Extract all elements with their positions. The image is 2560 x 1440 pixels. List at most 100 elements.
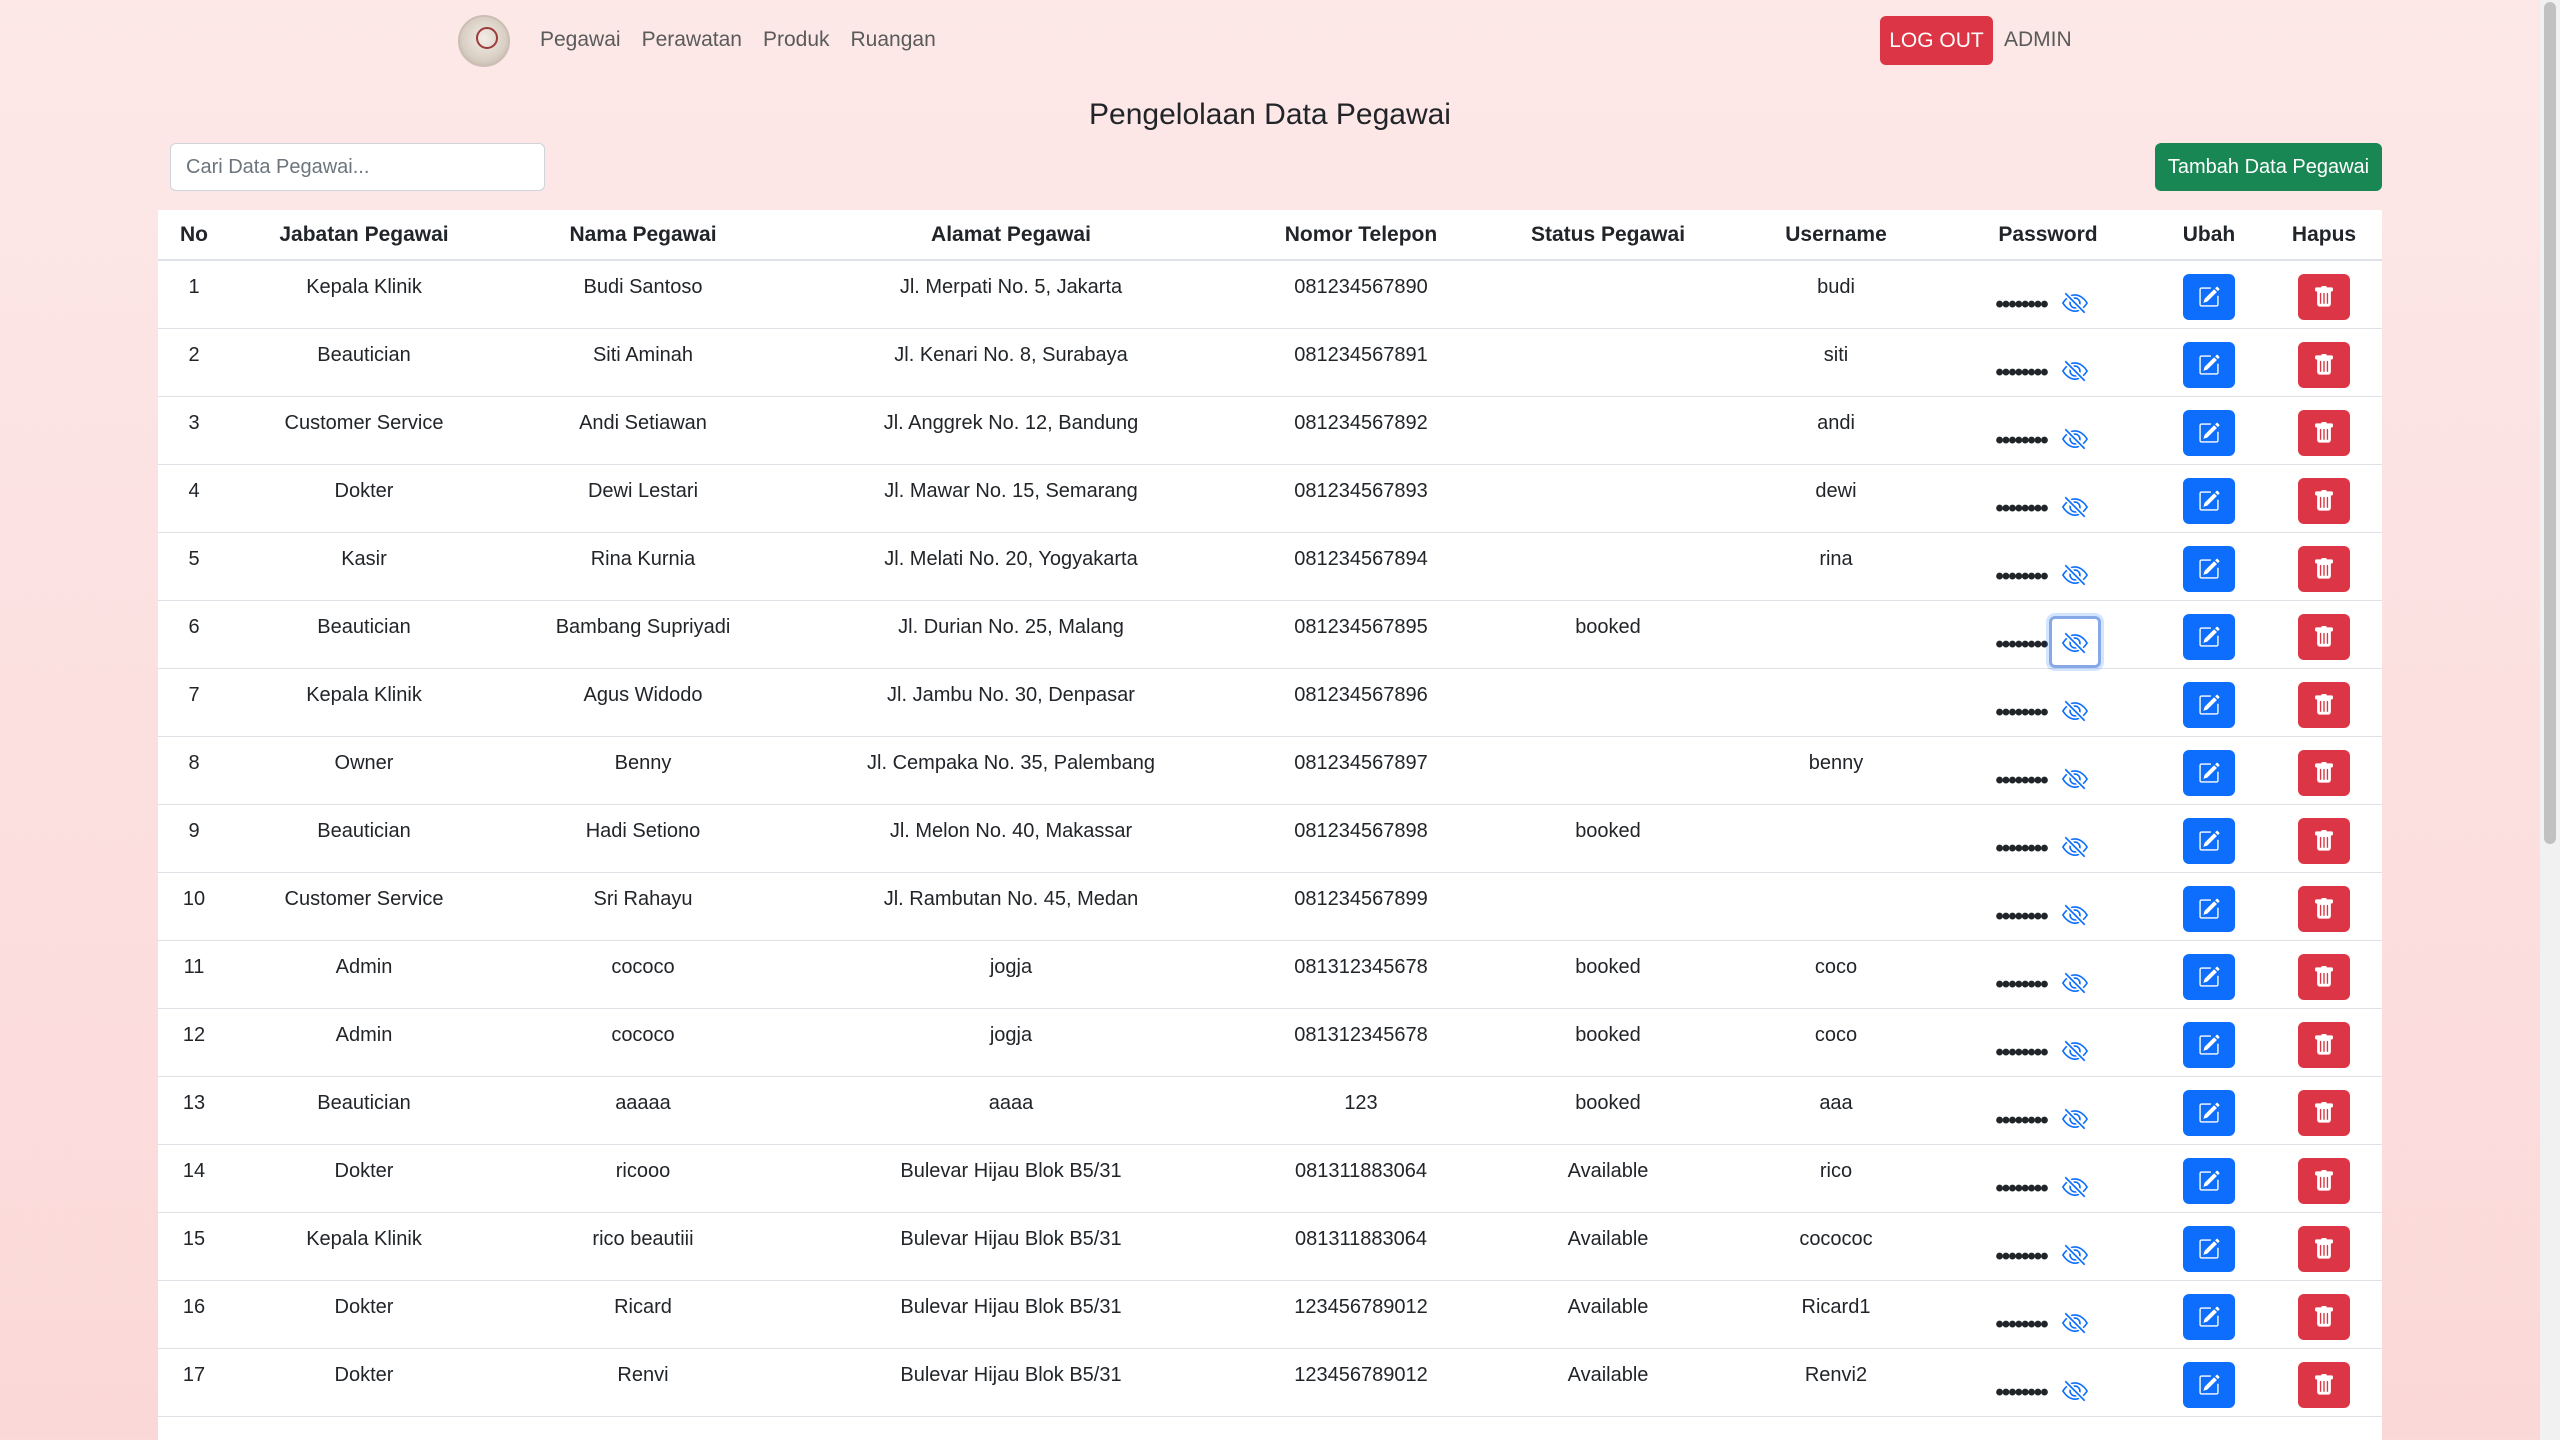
cell-alamat: Bulevar Hijau Blok B5/31 bbox=[788, 1348, 1234, 1417]
delete-button[interactable] bbox=[2298, 342, 2350, 388]
cell-username: cocococ bbox=[1728, 1212, 1944, 1281]
edit-button[interactable] bbox=[2183, 818, 2235, 864]
toggle-password-button[interactable] bbox=[2049, 956, 2101, 1008]
nav-link-produk[interactable]: Produk bbox=[763, 28, 830, 52]
cell-alamat: Jl. Anggrek No. 12, Bandung bbox=[788, 396, 1234, 465]
edit-button[interactable] bbox=[2183, 614, 2235, 660]
toggle-password-button[interactable] bbox=[2049, 1296, 2101, 1348]
cell-status bbox=[1488, 668, 1728, 737]
delete-button[interactable] bbox=[2298, 818, 2350, 864]
column-header: Jabatan Pegawai bbox=[230, 210, 498, 261]
cell-nama: ricooo bbox=[498, 1144, 788, 1213]
cell-jabatan: Beautician bbox=[230, 1076, 498, 1145]
toggle-password-button[interactable] bbox=[2049, 888, 2101, 940]
toggle-password-button[interactable] bbox=[2049, 1092, 2101, 1144]
cell-alamat: Jl. Melati No. 20, Yogyakarta bbox=[788, 532, 1234, 601]
delete-button[interactable] bbox=[2298, 1226, 2350, 1272]
cell-telepon: 081234567899 bbox=[1234, 872, 1488, 941]
delete-button[interactable] bbox=[2298, 410, 2350, 456]
delete-button[interactable] bbox=[2298, 614, 2350, 660]
scrollbar-thumb[interactable] bbox=[2544, 2, 2556, 844]
toggle-password-button[interactable] bbox=[2049, 1160, 2101, 1212]
delete-button[interactable] bbox=[2298, 1090, 2350, 1136]
toggle-password-button[interactable] bbox=[2049, 752, 2101, 804]
nav-link-perawatan[interactable]: Perawatan bbox=[642, 28, 742, 52]
toggle-password-button[interactable] bbox=[2049, 412, 2101, 464]
edit-button[interactable] bbox=[2183, 1294, 2235, 1340]
toggle-password-button[interactable] bbox=[2049, 344, 2101, 396]
cell-alamat: Bulevar Hijau Blok B5/31 bbox=[788, 1212, 1234, 1281]
delete-button[interactable] bbox=[2298, 546, 2350, 592]
edit-button[interactable] bbox=[2183, 1158, 2235, 1204]
cell-alamat: Jl. Jambu No. 30, Denpasar bbox=[788, 668, 1234, 737]
delete-button[interactable] bbox=[2298, 1294, 2350, 1340]
cell-no: 3 bbox=[158, 396, 230, 465]
cell-jabatan: Dokter bbox=[230, 1348, 498, 1417]
eye-slash-icon bbox=[2061, 700, 2088, 729]
cell-nama: aaaaa bbox=[498, 1076, 788, 1145]
password-mask: •••••••• bbox=[1995, 563, 2048, 590]
delete-button[interactable] bbox=[2298, 750, 2350, 796]
edit-button[interactable] bbox=[2183, 478, 2235, 524]
edit-button[interactable] bbox=[2183, 750, 2235, 796]
logout-button[interactable]: LOG OUT bbox=[1880, 16, 1993, 65]
nav-link-pegawai[interactable]: Pegawai bbox=[540, 28, 621, 52]
toggle-password-button[interactable] bbox=[2049, 276, 2101, 328]
clinic-logo[interactable] bbox=[458, 15, 510, 67]
toggle-password-button[interactable] bbox=[2049, 548, 2101, 600]
cell-telepon: 081234567893 bbox=[1234, 464, 1488, 533]
delete-button[interactable] bbox=[2298, 1158, 2350, 1204]
toggle-password-button[interactable] bbox=[2049, 1024, 2101, 1076]
edit-button[interactable] bbox=[2183, 342, 2235, 388]
cell-status bbox=[1488, 532, 1728, 601]
cell-alamat: Jl. Kenari No. 8, Surabaya bbox=[788, 328, 1234, 397]
edit-button[interactable] bbox=[2183, 1022, 2235, 1068]
cell-username: aaa bbox=[1728, 1076, 1944, 1145]
edit-button[interactable] bbox=[2183, 410, 2235, 456]
page-scrollbar[interactable] bbox=[2540, 0, 2560, 1440]
edit-button[interactable] bbox=[2183, 546, 2235, 592]
cell-alamat: jogja bbox=[788, 1008, 1234, 1077]
cell-no: 4 bbox=[158, 464, 230, 533]
edit-button[interactable] bbox=[2183, 1226, 2235, 1272]
column-header: Alamat Pegawai bbox=[788, 210, 1234, 261]
table-row: 15 Kepala Klinik rico beautiii Bulevar Hija… bbox=[158, 1212, 2382, 1281]
delete-button[interactable] bbox=[2298, 274, 2350, 320]
table-row: 12 Admin cococo jogja 081312345678 booked coco… bbox=[158, 1008, 2382, 1077]
eye-slash-icon bbox=[2061, 632, 2088, 661]
search-input[interactable] bbox=[170, 143, 545, 191]
nav-link-ruangan[interactable]: Ruangan bbox=[851, 28, 936, 52]
cell-hapus bbox=[2266, 872, 2382, 941]
delete-button[interactable] bbox=[2298, 886, 2350, 932]
toggle-password-button[interactable] bbox=[2049, 1228, 2101, 1280]
edit-button[interactable] bbox=[2183, 682, 2235, 728]
toggle-password-button[interactable] bbox=[2049, 480, 2101, 532]
cell-jabatan: Dokter bbox=[230, 1144, 498, 1213]
delete-button[interactable] bbox=[2298, 682, 2350, 728]
delete-button[interactable] bbox=[2298, 1022, 2350, 1068]
edit-button[interactable] bbox=[2183, 886, 2235, 932]
edit-button[interactable] bbox=[2183, 1362, 2235, 1408]
edit-button[interactable] bbox=[2183, 954, 2235, 1000]
edit-button[interactable] bbox=[2183, 274, 2235, 320]
delete-button[interactable] bbox=[2298, 1362, 2350, 1408]
toggle-password-button[interactable] bbox=[2049, 820, 2101, 872]
cell-no: 16 bbox=[158, 1280, 230, 1349]
password-mask: •••••••• bbox=[1995, 835, 2048, 862]
toggle-password-button[interactable] bbox=[2049, 684, 2101, 736]
password-mask: •••••••• bbox=[1995, 291, 2048, 318]
cell-password: •••••••• bbox=[1944, 600, 2152, 669]
toggle-password-button[interactable] bbox=[2048, 616, 2101, 668]
delete-button[interactable] bbox=[2298, 478, 2350, 524]
cell-ubah bbox=[2152, 532, 2266, 601]
delete-button[interactable] bbox=[2298, 954, 2350, 1000]
table-row: 13 Beautician aaaaa aaaa 123 booked aaa •••••••… bbox=[158, 1076, 2382, 1145]
cell-hapus bbox=[2266, 1144, 2382, 1213]
cell-alamat: Jl. Melon No. 40, Makassar bbox=[788, 804, 1234, 873]
edit-button[interactable] bbox=[2183, 1090, 2235, 1136]
toggle-password-button[interactable] bbox=[2049, 1364, 2101, 1416]
cell-username: rina bbox=[1728, 532, 1944, 601]
add-employee-button[interactable]: Tambah Data Pegawai bbox=[2155, 143, 2382, 191]
cell-nama: Bambang Supriyadi bbox=[498, 600, 788, 669]
eye-slash-icon bbox=[2061, 564, 2088, 593]
